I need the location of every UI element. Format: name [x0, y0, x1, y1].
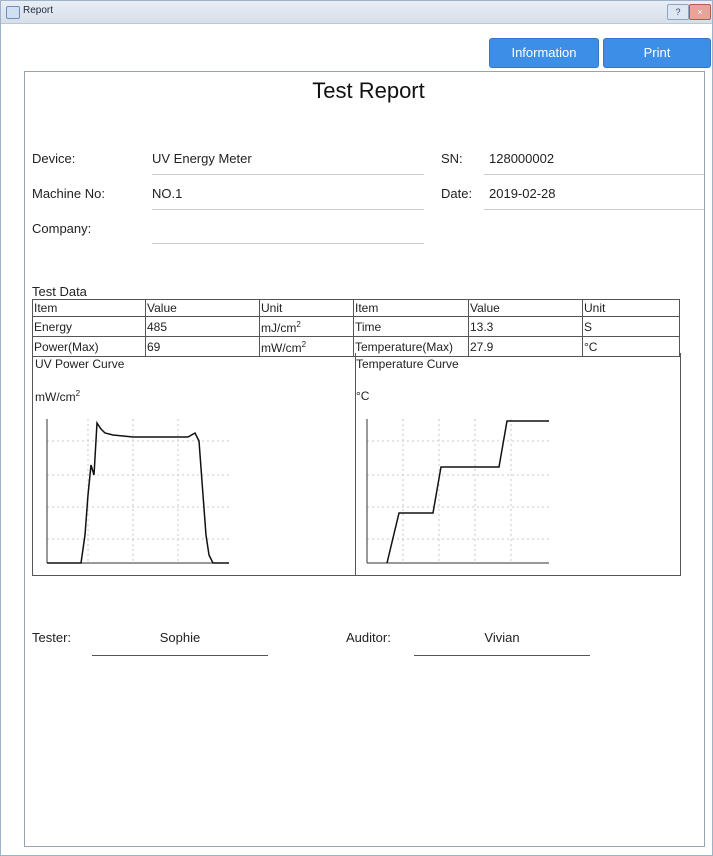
uv-curve-unit: mW/cm2: [35, 389, 80, 404]
machine-underline: [152, 209, 424, 210]
tester-underline: [92, 655, 268, 656]
app-icon: [6, 6, 20, 19]
table-header-cell: Unit: [582, 299, 680, 317]
table-cell: 485: [145, 316, 260, 337]
machine-label: Machine No:: [32, 186, 105, 201]
sn-label: SN:: [441, 151, 463, 166]
information-button[interactable]: Information: [489, 38, 599, 68]
sn-underline: [484, 174, 704, 175]
table-header-cell: Value: [145, 299, 260, 317]
table-cell: S: [582, 316, 680, 337]
unit-superscript: 2: [301, 340, 307, 349]
uv-unit-superscript: 2: [75, 389, 81, 398]
curves-panel: UV Power Curve mW/cm2 Temperature Curve …: [32, 353, 681, 576]
machine-value: NO.1: [152, 186, 183, 201]
unit-superscript: 2: [296, 320, 301, 329]
uv-power-line: [47, 420, 229, 564]
temperature-line: [386, 420, 549, 564]
table-header-row: Item Value Unit Item Value Unit: [32, 299, 680, 317]
table-cell: mJ/cm2: [259, 316, 354, 337]
temperature-curve-unit: °C: [356, 389, 370, 403]
test-data-label: Test Data: [32, 284, 87, 299]
table-header-cell: Item: [353, 299, 469, 317]
auditor-value: Vivian: [484, 630, 520, 645]
uv-unit-text: mW/cm: [35, 390, 76, 404]
tester-label: Tester:: [32, 630, 72, 645]
window-title: Report: [23, 5, 54, 16]
unit-text: mJ/cm: [261, 321, 297, 335]
curves-divider: [355, 353, 356, 575]
company-label: Company:: [32, 221, 92, 236]
close-button[interactable]: ×: [689, 4, 711, 20]
date-underline: [484, 209, 704, 210]
title-bar: Report ? ×: [1, 1, 712, 24]
device-label: Device:: [32, 151, 76, 166]
company-underline: [152, 243, 424, 244]
sn-value: 128000002: [489, 151, 555, 166]
uv-curve-title: UV Power Curve: [35, 357, 125, 371]
date-value: 2019-02-28: [489, 186, 556, 201]
temperature-chart: [366, 419, 549, 564]
temperature-curve-title: Temperature Curve: [356, 357, 459, 371]
print-button[interactable]: Print: [603, 38, 711, 68]
table-header-cell: Item: [32, 299, 146, 317]
auditor-label: Auditor:: [346, 630, 391, 645]
table-header-cell: Value: [468, 299, 583, 317]
table-row: Energy 485 mJ/cm2 Time 13.3 S: [32, 316, 680, 337]
table-cell: Time: [353, 316, 469, 337]
uv-power-chart: [46, 419, 229, 564]
auditor-underline: [414, 655, 590, 656]
tester-value: Sophie: [159, 630, 201, 645]
date-label: Date:: [441, 186, 473, 201]
report-title: Test Report: [312, 78, 425, 103]
table-header-cell: Unit: [259, 299, 354, 317]
device-underline: [152, 174, 424, 175]
table-cell: Energy: [32, 316, 146, 337]
device-value: UV Energy Meter: [152, 151, 252, 166]
table-cell: 13.3: [468, 316, 583, 337]
test-data-table: Item Value Unit Item Value Unit Energy 4…: [32, 299, 680, 357]
help-button[interactable]: ?: [667, 4, 689, 20]
